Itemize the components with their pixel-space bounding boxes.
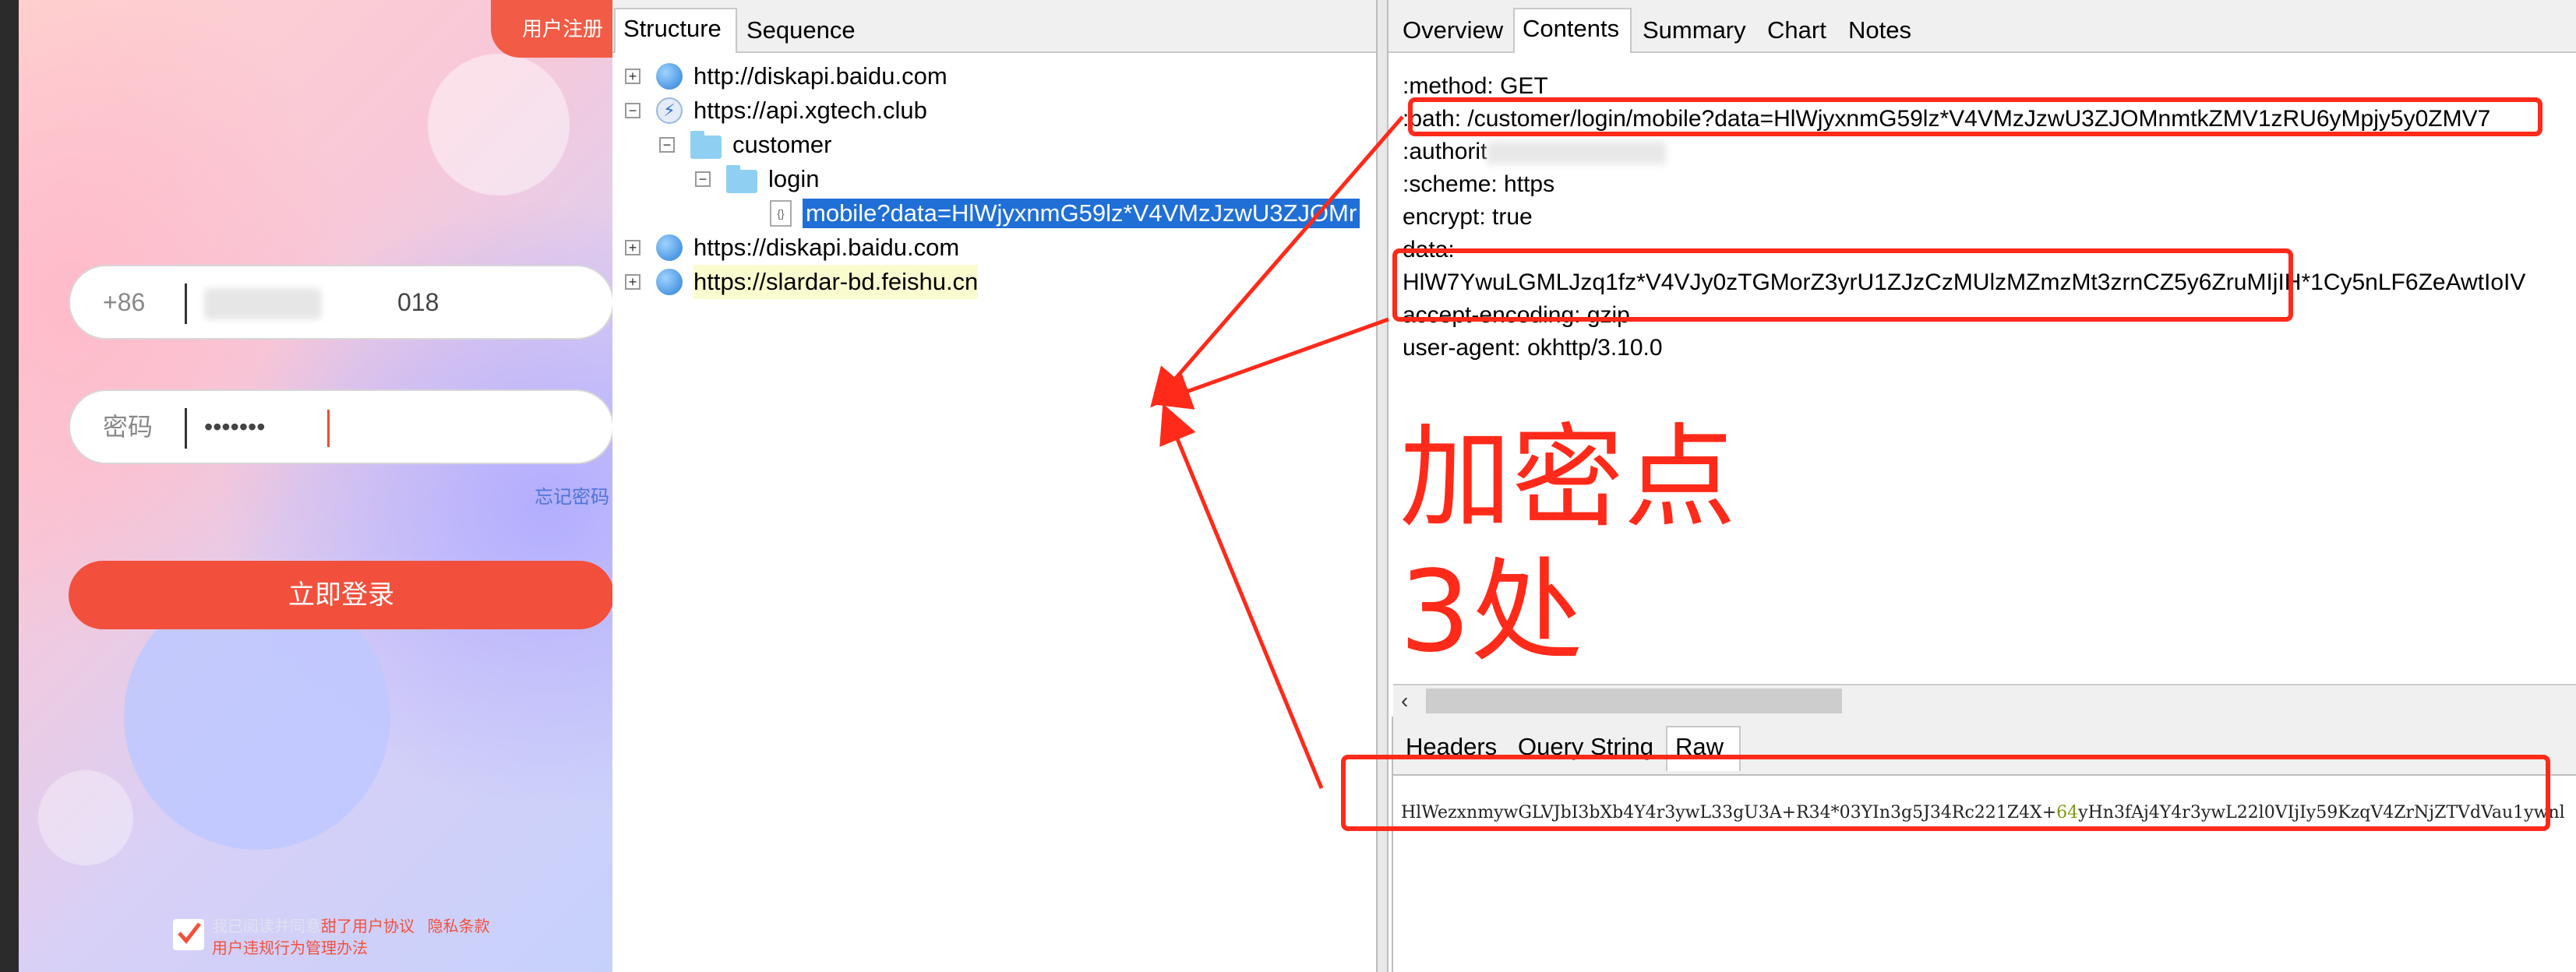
folder-label: customer [732,131,832,158]
authority-label: :authorit [1403,139,1487,164]
data-key-line: data: [1403,237,1455,262]
text-caret [327,410,330,447]
tab-summary[interactable]: Summary [1635,11,1756,51]
phone-field[interactable]: +86 018 [69,265,612,340]
raw-body-line: HlWezxnmywGLVJbI3bXb4Y4r3ywL33gU3A+R34*0… [1401,798,2574,829]
annotation-subtitle: 3处 [1399,546,1583,677]
password-value[interactable]: ••••••• [204,391,265,463]
host-label: https://api.xgtech.club [693,97,927,124]
tab-query-string[interactable]: Query String [1510,727,1663,768]
field-divider [185,284,187,324]
raw-text: yHn3fAj4Y4r3ywL22l0VIjIy59KzqV4ZrNjZTVdV… [2078,803,2565,822]
user-agreement-link[interactable]: 甜了用户协议 [321,918,415,935]
scroll-thumb[interactable] [1426,688,1842,713]
check-icon [178,922,201,944]
tree-row-selected-request[interactable]: {} mobile?data=HlWjyxnmG59lz*V4VMzJzwU3Z… [770,196,1376,231]
user-agent-line: user-agent: okhttp/3.10.0 [1403,335,1663,361]
agreement-text: 我已阅读并同意甜了用户协议 隐私条款 用户违规行为管理办法 [212,916,490,960]
json-file-icon: {} [770,200,792,227]
globe-icon [656,234,683,261]
tab-raw[interactable]: Raw [1666,726,1741,771]
pane-border [1392,717,1393,972]
encrypt-line: encrypt: true [1403,204,1533,230]
privacy-link[interactable]: 隐私条款 [428,918,490,935]
password-field[interactable]: 密码 ••••••• [69,389,612,464]
raw-highlight: 64 [2056,803,2079,822]
country-code[interactable]: +86 [103,266,145,338]
agree-prefix: 我已阅读并同意 [212,918,321,935]
password-label: 密码 [103,413,154,441]
expand-icon[interactable]: + [625,274,640,290]
tab-notes[interactable]: Notes [1840,11,1923,51]
lightning-icon: ⚡ [656,97,683,124]
blurred-phone-number [204,288,321,319]
right-tab-bar: Overview Contents Summary Chart Notes [1389,0,2576,53]
tab-headers[interactable]: Headers [1398,727,1507,768]
host-label: https://diskapi.baidu.com [693,234,960,261]
scheme-line: :scheme: https [1403,171,1555,197]
collapse-icon[interactable]: − [659,137,675,153]
phone-suffix: 018 [397,288,439,316]
login-button[interactable]: 立即登录 [69,561,612,629]
horizontal-scrollbar[interactable]: ‹ [1393,684,2576,717]
tab-structure[interactable]: Structure [614,8,737,53]
raw-text: HlWezxnmywGLVJbI3bXb4Y4r3ywL33gU3A+R34*0… [1401,803,2057,822]
folder-label: login [768,165,820,192]
collapse-icon[interactable]: − [625,103,640,118]
tab-chart[interactable]: Chart [1759,11,1837,51]
tab-overview[interactable]: Overview [1395,11,1512,51]
left-tab-bar: Structure Sequence [612,0,1376,53]
data-value-line: HlW7YwuLGMLJzq1fz*V4VJy0zTGMorZ3yrU1ZJzC… [1403,269,2526,295]
annotation-title: 加密点 [1399,412,1737,543]
folder-icon [690,131,722,159]
scroll-left-icon[interactable]: ‹ [1401,685,1408,717]
field-divider [185,408,187,449]
collapse-icon[interactable]: − [695,171,711,187]
authority-line: :authorit [1403,136,1667,168]
window-edge [0,0,19,972]
tab-sequence[interactable]: Sequence [739,11,870,51]
globe-icon [656,269,683,295]
blurred-authority [1487,141,1667,165]
forgot-password-link[interactable]: 忘记密码 [535,481,609,509]
path-line: :path: /customer/login/mobile?data=HlWjy… [1403,106,2491,132]
folder-icon [726,165,757,193]
register-button[interactable]: 用户注册 [491,0,612,58]
tab-contents[interactable]: Contents [1513,8,1632,53]
method-line: :method: GET [1403,73,1548,99]
expand-icon[interactable]: + [625,240,640,255]
raw-divider [1393,774,2576,776]
host-label: https://slardar-bd.feishu.cn [693,265,979,299]
globe-icon [656,63,683,90]
agree-checkbox[interactable] [173,919,204,950]
proxy-tool-window: Structure Sequence + http://diskapi.baid… [612,0,2576,972]
expand-icon[interactable]: + [625,69,640,84]
rules-link[interactable]: 用户违规行为管理办法 [212,938,490,960]
bottom-tab-bar: Headers Query String Raw [1393,715,2576,774]
request-label: mobile?data=HlWjyxnmG59lz*V4VMzJzwU3ZJOM… [803,199,1360,228]
accept-encoding-line: accept-encoding: gzip [1403,302,1630,328]
phone-app-screen: 用户注册 +86 018 密码 ••••••• 忘记密码 立即登录 我已阅读并同… [0,0,612,972]
host-label: http://diskapi.baidu.com [693,62,947,90]
pane-splitter[interactable] [1376,0,1389,972]
